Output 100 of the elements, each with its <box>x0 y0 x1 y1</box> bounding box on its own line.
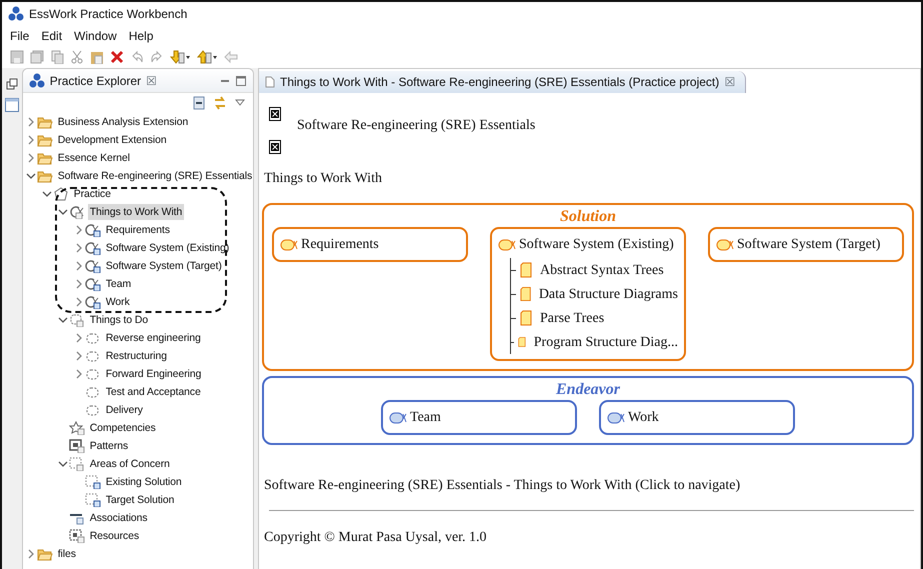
collapsed-chevron-icon[interactable] <box>74 225 84 235</box>
alpha-card[interactable]: Work <box>599 400 795 435</box>
delete-icon[interactable] <box>110 50 124 64</box>
sub-alpha-icon <box>520 286 531 302</box>
view-menu-icon[interactable] <box>235 98 245 108</box>
menu-item[interactable]: Window <box>74 27 117 45</box>
tree-item[interactable]: Software System (Target) <box>104 258 224 274</box>
menu-item[interactable]: Help <box>128 27 154 45</box>
collapsed-chevron-icon[interactable] <box>74 351 84 361</box>
collapsed-chevron-icon[interactable] <box>26 549 36 559</box>
hexagon-icon <box>52 187 69 201</box>
sub-alpha-name: Program Structure Diag... <box>534 334 678 352</box>
paste-icon[interactable] <box>90 50 104 64</box>
explorer-logo-icon <box>28 72 45 88</box>
alpha-icon <box>280 238 298 250</box>
tree-item[interactable]: Software System (Existing) <box>104 240 232 256</box>
collapsed-chevron-icon[interactable] <box>74 297 84 307</box>
export-icon[interactable] <box>197 50 218 64</box>
folder-icon <box>36 169 53 183</box>
back-icon[interactable] <box>224 50 238 64</box>
pattern-icon <box>68 439 85 453</box>
collapsed-chevron-icon[interactable] <box>26 153 36 163</box>
collapsed-chevron-icon[interactable] <box>74 261 84 271</box>
import-icon[interactable] <box>170 50 191 64</box>
cut-icon[interactable] <box>70 50 84 64</box>
collapsed-chevron-icon[interactable] <box>26 117 36 127</box>
tree-item[interactable]: Requirements <box>104 222 172 238</box>
tree-item[interactable]: Areas of Concern <box>88 456 172 472</box>
tree-item[interactable]: Business Analysis Extension <box>56 114 190 130</box>
tree-item[interactable]: Associations <box>88 510 150 526</box>
expanded-chevron-icon[interactable] <box>58 315 68 325</box>
redo-icon[interactable] <box>150 50 164 64</box>
alpha-card[interactable]: Software System (Existing) Abstract Syntax Trees Data Structure Diagrams Parse Trees Program Structure Diag... <box>490 227 686 361</box>
collapsed-chevron-icon[interactable] <box>74 243 84 253</box>
tree-item[interactable]: Existing Solution <box>104 474 184 490</box>
alpha-card[interactable]: Requirements <box>272 227 468 262</box>
maximize-icon[interactable] <box>235 74 247 86</box>
alpha-icon <box>607 412 625 424</box>
view-icon[interactable] <box>4 98 19 112</box>
tree-item[interactable]: Software Re-engineering (SRE) Essentials <box>56 168 253 184</box>
alpha-name: Team <box>410 409 441 427</box>
collapsed-chevron-icon[interactable] <box>26 135 36 145</box>
grid-icon <box>68 529 85 543</box>
tree-item[interactable]: Test and Acceptance <box>104 384 203 400</box>
tree-item[interactable]: Things to Work With <box>88 204 184 220</box>
dotted-square-icon <box>68 457 85 471</box>
save-all-icon[interactable] <box>30 50 44 64</box>
expanded-chevron-icon[interactable] <box>58 207 68 217</box>
link-editor-icon[interactable] <box>213 96 227 110</box>
sub-alpha-name: Data Structure Diagrams <box>538 286 678 304</box>
folder-icon <box>36 133 53 147</box>
save-icon[interactable] <box>10 50 24 64</box>
alpha-icon <box>84 295 101 309</box>
menu-item[interactable]: Edit <box>41 27 62 45</box>
editor-tab[interactable]: Things to Work With - Software Re-engineering (SRE) Essentials (Practice project) <box>280 73 720 91</box>
tree-item[interactable]: Development Extension <box>56 132 168 148</box>
collapsed-chevron-icon[interactable] <box>74 333 84 343</box>
undo-icon[interactable] <box>130 50 144 64</box>
alpha-icon <box>84 241 101 255</box>
tree-item[interactable]: Forward Engineering <box>104 366 204 382</box>
tree-item[interactable]: Team <box>104 276 133 292</box>
tree-item[interactable]: Essence Kernel <box>56 150 132 166</box>
sub-alpha-name: Parse Trees <box>540 310 604 328</box>
folder-icon <box>36 151 53 165</box>
tree-item[interactable]: Restructuring <box>104 348 169 364</box>
copy-icon[interactable] <box>50 50 64 64</box>
tree-item[interactable]: Competencies <box>88 420 158 436</box>
tree-item[interactable]: Practice <box>72 186 113 202</box>
alpha-icon <box>84 277 101 291</box>
panel-tab[interactable]: Practice Explorer <box>50 72 142 90</box>
collapsed-chevron-icon[interactable] <box>74 279 84 289</box>
tree-item[interactable]: files <box>56 546 78 562</box>
expanded-chevron-icon[interactable] <box>42 189 52 199</box>
alpha-icon <box>84 223 101 237</box>
dotted-box-icon <box>84 403 101 417</box>
tree-item[interactable]: Things to Do <box>88 312 150 328</box>
window-title: EssWork Practice Workbench <box>29 6 188 23</box>
alpha-name: Software System (Existing) <box>519 236 674 254</box>
tree-item[interactable]: Reverse engineering <box>104 330 203 346</box>
close-tab-button[interactable]: ☒ <box>724 73 736 91</box>
folder-icon <box>36 547 53 561</box>
restore-icon[interactable] <box>6 78 18 90</box>
tree-item[interactable]: Delivery <box>104 402 145 418</box>
tree-item[interactable]: Work <box>104 294 132 310</box>
expanded-chevron-icon[interactable] <box>58 459 68 469</box>
tree-item[interactable]: Target Solution <box>104 492 176 508</box>
collapse-all-icon[interactable] <box>193 96 205 110</box>
dotted-square-icon <box>84 493 101 507</box>
alpha-card[interactable]: Software System (Target) <box>708 227 904 262</box>
area-title: Endeavor <box>554 380 621 400</box>
app-logo-icon <box>8 6 24 22</box>
tree-item[interactable]: Patterns <box>88 438 130 454</box>
navigation-link[interactable]: Software Re-engineering (SRE) Essentials - Things to Work With (Click to navigate) <box>264 475 914 496</box>
menu-item[interactable]: File <box>10 27 30 45</box>
close-tab-button[interactable]: ☒ <box>146 72 158 90</box>
tree-item[interactable]: Resources <box>88 528 141 544</box>
alpha-card[interactable]: Team <box>381 400 577 435</box>
collapsed-chevron-icon[interactable] <box>74 369 84 379</box>
expanded-chevron-icon[interactable] <box>26 171 36 181</box>
dotted-box-icon <box>84 349 101 363</box>
